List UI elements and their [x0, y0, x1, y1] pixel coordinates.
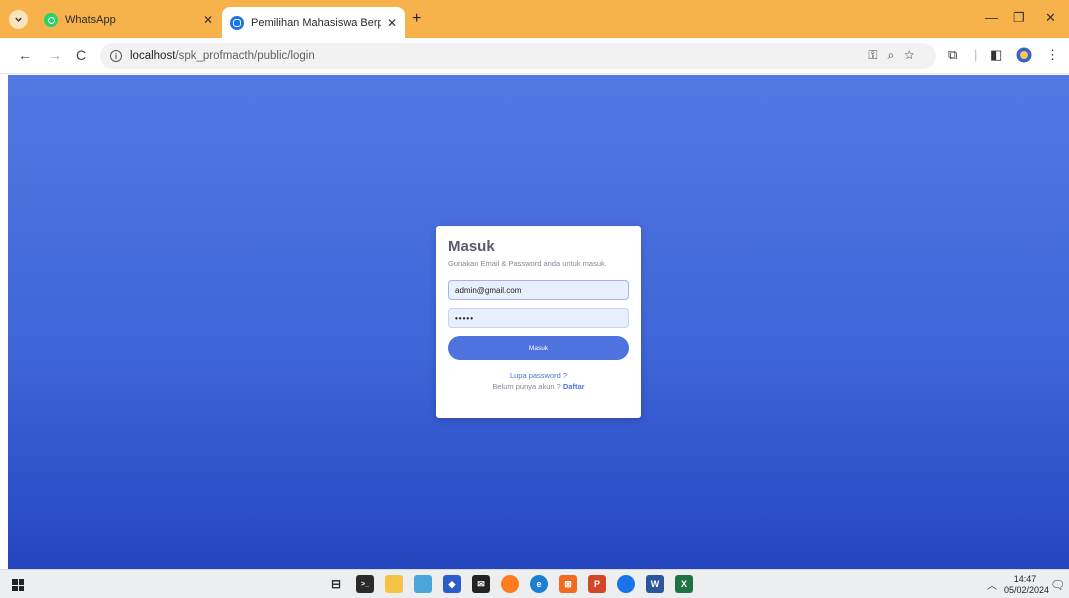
- file-explorer-icon[interactable]: [385, 575, 403, 593]
- window-close-icon[interactable]: ✕: [1045, 10, 1056, 26]
- powerpoint-icon[interactable]: P: [588, 575, 606, 593]
- whatsapp-icon: [44, 13, 58, 27]
- bookmark-star-icon[interactable]: ☆: [904, 48, 924, 62]
- submit-login-button[interactable]: Masuk: [448, 336, 629, 360]
- page-background: Masuk Gunakan Email & Password anda untu…: [8, 75, 1069, 569]
- minimize-icon[interactable]: —: [985, 10, 998, 25]
- excel-icon[interactable]: X: [675, 575, 693, 593]
- new-tab-button[interactable]: +: [412, 10, 421, 28]
- login-card: Masuk Gunakan Email & Password anda untu…: [436, 226, 641, 418]
- tab-whatsapp[interactable]: WhatsApp ✕: [36, 8, 221, 32]
- windows-start-icon[interactable]: [12, 579, 24, 591]
- close-tab-icon[interactable]: ✕: [387, 16, 397, 30]
- zoom-icon[interactable]: ⌕: [887, 48, 904, 62]
- tab-title: WhatsApp: [65, 14, 116, 26]
- mail-app-icon[interactable]: [414, 575, 432, 593]
- password-key-icon[interactable]: ⚿: [868, 48, 887, 62]
- clock-date: 05/02/2024: [1004, 585, 1050, 595]
- task-view-icon[interactable]: ⊟: [327, 575, 345, 593]
- url-host: localhost: [130, 50, 176, 62]
- notification-center-icon[interactable]: 🗨8: [1050, 578, 1069, 598]
- tray-chevron-up-icon[interactable]: ︿: [987, 577, 997, 592]
- terminal-icon[interactable]: >_: [356, 575, 374, 593]
- close-tab-icon[interactable]: ✕: [203, 13, 213, 27]
- word-icon[interactable]: W: [646, 575, 664, 593]
- site-info-icon[interactable]: i: [110, 50, 122, 62]
- restore-icon[interactable]: ❐: [1013, 10, 1025, 26]
- tab-title: Pemilihan Mahasiswa Berpresta: [251, 16, 381, 29]
- forgot-password-link[interactable]: Lupa password ?: [448, 370, 629, 381]
- forward-icon[interactable]: →: [48, 47, 62, 63]
- firefox-icon[interactable]: [501, 575, 519, 593]
- mail-envelope-icon[interactable]: ✉: [472, 575, 490, 593]
- side-panel-icon[interactable]: ◧: [990, 47, 1002, 63]
- tab-login-page[interactable]: Pemilihan Mahasiswa Berpresta ✕: [222, 7, 405, 38]
- clock-time: 14:47: [1013, 574, 1037, 584]
- url-path: /spk_profmacth/public/login: [175, 50, 315, 62]
- register-link[interactable]: Daftar: [563, 382, 585, 391]
- reload-icon[interactable]: C: [76, 47, 86, 63]
- dropbox-icon[interactable]: ◆: [443, 575, 461, 593]
- xampp-icon[interactable]: ⊠: [559, 575, 577, 593]
- browser-tab-strip: WhatsApp ✕ Pemilihan Mahasiswa Berpresta…: [0, 0, 1069, 38]
- register-prompt: Belum punya akun ?: [492, 382, 561, 391]
- globe-icon: [230, 15, 244, 30]
- email-input[interactable]: admin@gmail.com: [448, 280, 629, 300]
- system-clock[interactable]: 14:47 05/02/2024: [1004, 574, 1050, 596]
- tab-search-chevron-icon[interactable]: [9, 10, 28, 29]
- back-icon[interactable]: ←: [18, 47, 32, 63]
- login-subtitle: Gunakan Email & Password anda untuk masu…: [448, 259, 607, 268]
- edge-icon[interactable]: e: [530, 575, 548, 593]
- profile-avatar-icon[interactable]: [1016, 47, 1032, 66]
- login-links: Lupa password ? Belum punya akun ? Dafta…: [448, 370, 629, 392]
- toolbar-divider: |: [974, 47, 978, 62]
- extensions-icon[interactable]: ⧉: [948, 47, 957, 63]
- chrome-icon[interactable]: [617, 575, 635, 593]
- windows-taskbar: ⊟ >_ ◆ ✉ e ⊠ P W X ︿ 14:47 05/02/2024 🗨8: [0, 569, 1069, 598]
- password-input[interactable]: •••••: [448, 308, 629, 328]
- browser-toolbar: ← → C i localhost/spk_profmacth/public/l…: [0, 38, 1069, 74]
- login-title: Masuk: [448, 238, 495, 255]
- browser-menu-icon[interactable]: ⋮: [1046, 47, 1059, 63]
- address-bar[interactable]: i localhost/spk_profmacth/public/login ⚿…: [100, 43, 936, 69]
